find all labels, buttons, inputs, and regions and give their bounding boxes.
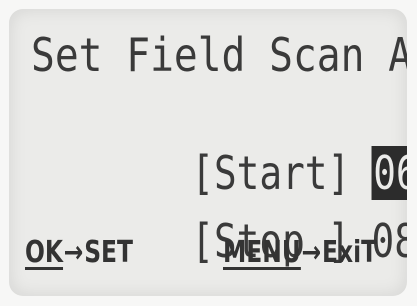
exit-action-label: ExiT — [322, 235, 378, 270]
lcd-screen: Set Field Scan A [Start]06:00 [Stop ]08:… — [9, 9, 407, 296]
softkey-bar: OK→SET MENU→ExiT — [25, 231, 407, 281]
ok-key-label: OK — [25, 235, 64, 270]
start-hour-selected[interactable]: 06 — [371, 146, 407, 200]
set-action-label: SET — [84, 235, 134, 270]
ok-set-softkey[interactable]: OK→SET — [25, 231, 133, 275]
right-arrow-icon: → — [63, 235, 84, 270]
screen-title: Set Field Scan A — [31, 28, 407, 82]
menu-key-label: MENU — [223, 235, 301, 270]
menu-exit-softkey[interactable]: MENU→ExiT — [223, 231, 377, 275]
start-time-value[interactable]: 06:00 — [371, 146, 407, 200]
camera-bezel: Set Field Scan A [Start]06:00 [Stop ]08:… — [0, 0, 417, 306]
right-arrow-icon: → — [301, 235, 322, 270]
